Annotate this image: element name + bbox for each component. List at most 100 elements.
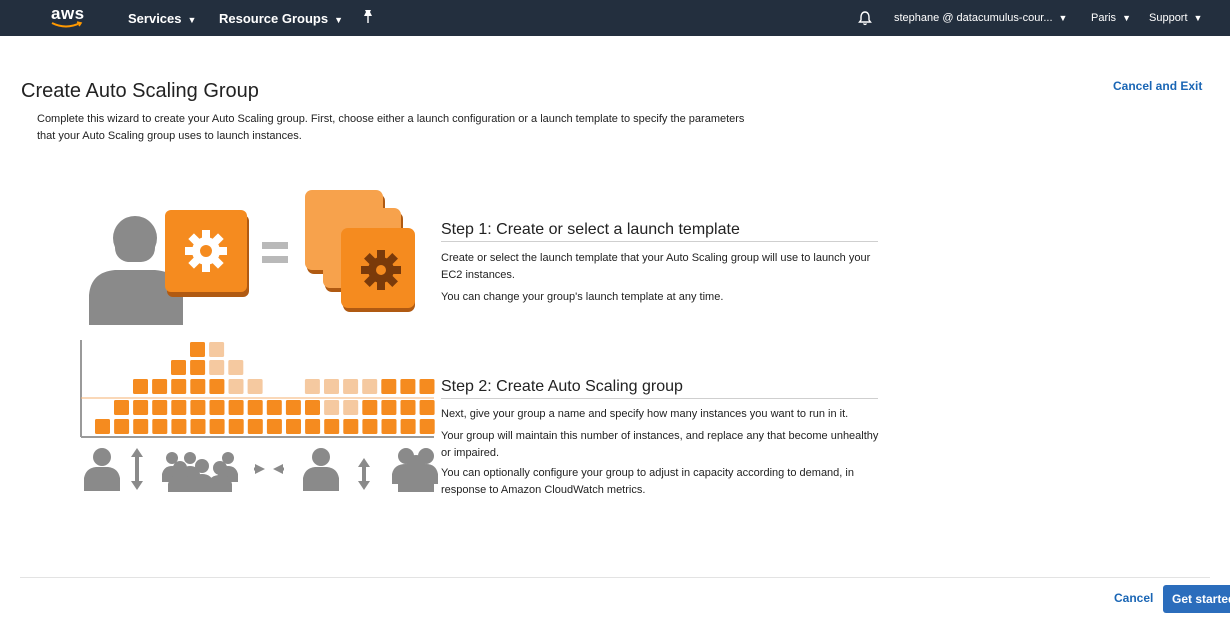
step-1-description: Create or select the launch template tha… bbox=[441, 252, 871, 281]
instance-square bbox=[304, 379, 320, 394]
instance-square bbox=[209, 419, 225, 434]
aws-smile-icon bbox=[51, 21, 83, 28]
chevron-down-icon: ▼ bbox=[187, 15, 197, 25]
single-person-icon bbox=[84, 448, 120, 491]
instance-square bbox=[419, 379, 435, 394]
step-2-scaling-note: You can optionally configure your group … bbox=[441, 467, 854, 496]
up-down-arrow-icon bbox=[131, 448, 143, 490]
services-menu-label: Services bbox=[128, 11, 182, 26]
intro-text: Complete this wizard to create your Auto… bbox=[37, 111, 807, 145]
instance-square bbox=[400, 379, 416, 394]
region-menu[interactable]: Paris ▼ bbox=[1091, 12, 1131, 24]
instance-square bbox=[285, 400, 301, 415]
instance-square bbox=[343, 379, 359, 394]
instance-square bbox=[133, 400, 149, 415]
services-menu[interactable]: Services ▼ bbox=[128, 11, 196, 26]
instance-square bbox=[381, 419, 397, 434]
up-down-arrow-icon bbox=[358, 458, 370, 490]
instance-square bbox=[381, 400, 397, 415]
bell-icon[interactable] bbox=[858, 10, 872, 31]
instance-square bbox=[286, 419, 301, 434]
instance-square bbox=[305, 419, 321, 434]
instance-square bbox=[209, 400, 225, 415]
gear-card-icon bbox=[165, 210, 249, 297]
single-person-icon bbox=[303, 448, 339, 491]
instance-square bbox=[266, 419, 282, 434]
intro-line-1: Complete this wizard to create your Auto… bbox=[37, 113, 745, 125]
get-started-button[interactable]: Get started bbox=[1163, 585, 1230, 613]
instance-square bbox=[190, 379, 206, 394]
instance-square bbox=[228, 360, 244, 375]
instance-square bbox=[381, 379, 397, 394]
chevron-down-icon: ▼ bbox=[1122, 13, 1131, 23]
resource-groups-label: Resource Groups bbox=[219, 11, 329, 26]
support-label: Support bbox=[1149, 12, 1188, 24]
instance-square bbox=[209, 342, 225, 357]
instance-square bbox=[95, 419, 110, 434]
instance-square bbox=[305, 400, 320, 415]
instance-square bbox=[324, 379, 339, 394]
cancel-button[interactable]: Cancel bbox=[1114, 591, 1153, 605]
instance-square bbox=[362, 419, 378, 434]
step-2-description: Next, give your group a name and specify… bbox=[441, 408, 849, 420]
instance-square bbox=[209, 379, 225, 394]
instance-square bbox=[228, 419, 244, 434]
group-of-people-icon bbox=[162, 452, 238, 492]
equals-icon bbox=[262, 242, 288, 263]
cancel-and-exit-link[interactable]: Cancel and Exit bbox=[1113, 79, 1202, 93]
scaling-chart-graphic bbox=[80, 340, 473, 438]
instance-square bbox=[362, 379, 378, 394]
instance-square bbox=[171, 419, 187, 434]
pin-icon[interactable] bbox=[361, 9, 375, 30]
instance-square bbox=[324, 400, 340, 415]
instance-square bbox=[114, 400, 129, 415]
scaling-chart-illustration bbox=[78, 338, 473, 445]
instance-square bbox=[152, 400, 168, 415]
people-scaling-illustration bbox=[80, 444, 440, 499]
account-menu[interactable]: stephane @ datacumulus-cour... ▼ bbox=[894, 12, 1067, 24]
instance-square bbox=[343, 400, 359, 415]
step-1-title: Step 1: Create or select a launch templa… bbox=[441, 221, 740, 238]
converge-arrows-icon bbox=[254, 464, 284, 474]
step-2-maintain-note: Your group will maintain this number of … bbox=[441, 430, 879, 459]
intro-line-2: that your Auto Scaling group uses to lau… bbox=[37, 130, 302, 142]
instance-square bbox=[171, 379, 187, 394]
people-scaling-graphic bbox=[84, 448, 438, 492]
page-title: Create Auto Scaling Group bbox=[21, 80, 259, 102]
instance-square bbox=[190, 400, 206, 415]
instance-square bbox=[324, 419, 340, 434]
account-label: stephane @ datacumulus-cour... bbox=[894, 12, 1053, 24]
instance-square bbox=[400, 419, 416, 434]
footer-divider bbox=[20, 577, 1210, 578]
instance-square bbox=[152, 419, 168, 434]
instance-square bbox=[152, 379, 168, 394]
stacked-template-cards-icon bbox=[305, 190, 415, 312]
instance-square bbox=[228, 400, 244, 415]
instance-square bbox=[133, 379, 148, 394]
launch-template-illustration bbox=[85, 190, 415, 335]
instance-square bbox=[247, 400, 263, 415]
resource-groups-menu[interactable]: Resource Groups ▼ bbox=[219, 11, 343, 26]
instance-square bbox=[266, 400, 282, 415]
step-2-title: Step 2: Create Auto Scaling group bbox=[441, 378, 683, 395]
step-1-divider bbox=[441, 241, 878, 242]
instance-square bbox=[343, 419, 359, 434]
instance-square bbox=[171, 360, 186, 375]
instance-square bbox=[419, 419, 435, 434]
chevron-down-icon: ▼ bbox=[1058, 13, 1068, 23]
top-navigation-bar: aws Services ▼ Resource Groups ▼ stephane … bbox=[0, 0, 1230, 36]
instance-square bbox=[190, 419, 206, 434]
support-menu[interactable]: Support ▼ bbox=[1149, 12, 1202, 24]
instance-square bbox=[362, 400, 378, 415]
region-label: Paris bbox=[1091, 12, 1117, 24]
launch-template-graphic bbox=[89, 190, 415, 325]
instance-square bbox=[190, 342, 205, 357]
step-2-divider bbox=[441, 398, 878, 399]
aws-logo[interactable]: aws bbox=[50, 4, 86, 32]
instance-square bbox=[133, 419, 149, 434]
step-1-note: You can change your group's launch templ… bbox=[441, 291, 724, 303]
instance-square bbox=[171, 400, 187, 415]
instance-square bbox=[190, 360, 206, 375]
instance-square bbox=[247, 419, 263, 434]
pair-of-people-icon bbox=[392, 448, 438, 492]
